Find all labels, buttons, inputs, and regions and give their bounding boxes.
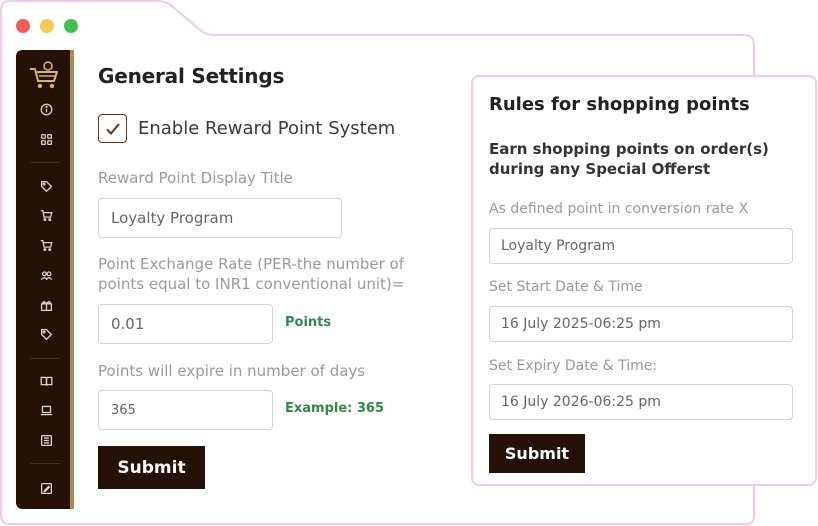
window-controls	[16, 19, 78, 33]
exchange-rate-input[interactable]: 0.01	[98, 304, 273, 344]
maximize-window-button[interactable]	[64, 19, 78, 33]
display-title-label: Reward Point Display Title	[98, 169, 293, 187]
enable-reward-label: Enable Reward Point System	[138, 118, 396, 139]
expiry-date-input[interactable]: 16 July 2026-06:25 pm	[489, 384, 793, 420]
tag-icon[interactable]	[38, 178, 54, 194]
rules-subtitle: Earn shopping points on order(s) during …	[489, 139, 769, 179]
rules-subtitle-line1: Earn shopping points on order(s)	[489, 140, 769, 158]
exchange-rate-label-line2: points equal to INR1 conventional unit)=	[98, 275, 405, 293]
start-date-input[interactable]: 16 July 2025-06:25 pm	[489, 306, 793, 342]
cart-logo-icon	[30, 61, 58, 89]
gift-icon[interactable]	[38, 297, 54, 313]
exchange-rate-hint: Points	[285, 315, 332, 330]
users-icon[interactable]	[38, 267, 54, 283]
display-title-input[interactable]: Loyalty Program	[98, 198, 342, 238]
edit-icon[interactable]	[38, 480, 54, 496]
sidebar-divider	[30, 162, 60, 163]
shopping-cart-logo[interactable]	[28, 60, 60, 90]
page-title: General Settings	[98, 64, 285, 88]
start-date-label: Set Start Date & Time	[489, 279, 643, 295]
grid-icon[interactable]	[38, 131, 54, 147]
conversion-rate-input[interactable]: Loyalty Program	[489, 228, 793, 264]
info-icon[interactable]	[38, 101, 54, 117]
rules-submit-button[interactable]: Submit	[489, 434, 585, 473]
shopping-points-rules-panel: Rules for shopping points Earn shopping …	[471, 75, 817, 486]
rules-subtitle-line2: during any Special Offerst	[489, 160, 711, 178]
enable-reward-row: Enable Reward Point System	[98, 114, 395, 143]
expire-days-hint: Example: 365	[285, 401, 385, 416]
sidebar-divider	[30, 463, 60, 464]
sidebar-divider	[30, 358, 60, 359]
minimize-window-button[interactable]	[40, 19, 54, 33]
expiry-date-label: Set Expiry Date & Time:	[489, 358, 658, 374]
general-submit-button[interactable]: Submit	[98, 446, 205, 489]
book-icon[interactable]	[38, 373, 54, 389]
cart-icon[interactable]	[38, 207, 54, 223]
list-icon[interactable]	[38, 432, 54, 448]
expire-days-label: Points will expire in number of days	[98, 362, 366, 380]
tag-icon[interactable]	[38, 326, 54, 342]
close-window-button[interactable]	[16, 19, 30, 33]
exchange-rate-label-line1: Point Exchange Rate (PER-the number of	[98, 255, 404, 273]
conversion-rate-label: As defined point in conversion rate X	[489, 201, 749, 217]
cart-icon[interactable]	[38, 237, 54, 253]
checkmark-icon	[105, 122, 120, 135]
laptop-icon[interactable]	[38, 402, 54, 418]
enable-reward-checkbox[interactable]	[98, 114, 127, 143]
sidebar	[16, 50, 74, 509]
rules-title: Rules for shopping points	[489, 94, 750, 115]
expire-days-input[interactable]: 365	[98, 390, 273, 430]
